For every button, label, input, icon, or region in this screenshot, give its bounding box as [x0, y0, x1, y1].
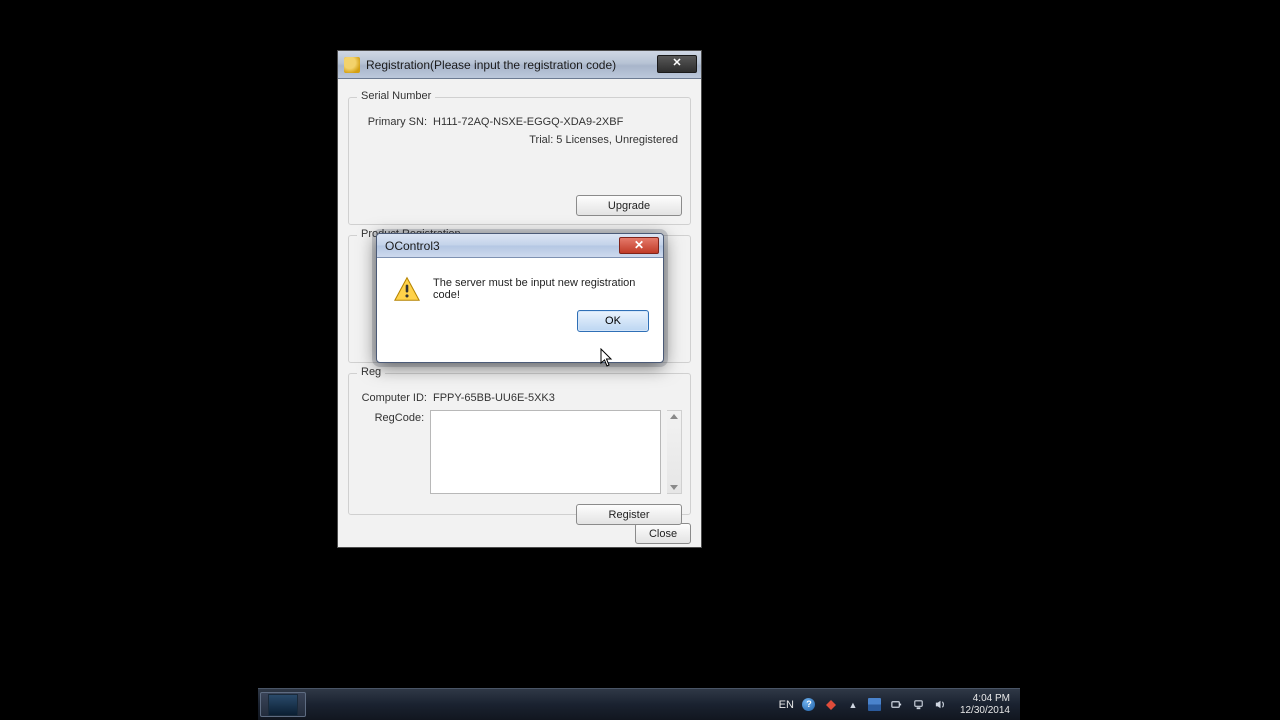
serial-number-group: Serial Number Primary SN: H111-72AQ-NSXE… [348, 97, 691, 225]
upgrade-button[interactable]: Upgrade [576, 195, 682, 216]
message-box-close-button[interactable]: ✕ [619, 237, 659, 254]
system-tray: EN ? ▲ 4:04 PM 12/30/2014 [773, 689, 1020, 720]
computer-id-label: Computer ID: [357, 390, 427, 404]
serial-group-title: Serial Number [357, 90, 435, 102]
taskbar-app-button[interactable] [260, 692, 306, 717]
volume-icon[interactable] [934, 698, 948, 712]
power-icon[interactable] [890, 698, 904, 712]
help-icon[interactable]: ? [802, 698, 816, 712]
register-button[interactable]: Register [576, 504, 682, 525]
manual-group-title: Reg [357, 366, 385, 378]
clock-time: 4:04 PM [960, 693, 1010, 705]
window-title: Registration(Please input the registrati… [366, 58, 616, 72]
network-icon[interactable] [912, 698, 926, 712]
anydesk-tray-icon[interactable] [824, 698, 838, 712]
taskbar[interactable]: EN ? ▲ 4:04 PM 12/30/2014 [258, 688, 1020, 720]
close-button[interactable]: Close [635, 523, 691, 544]
regcode-input[interactable] [430, 410, 660, 494]
action-center-flag-icon[interactable] [868, 698, 882, 712]
manual-registration-group: Reg Computer ID: FPPY-65BB-UU6E-5XK3 Reg… [348, 373, 691, 515]
taskbar-app-thumbnail-icon [268, 694, 298, 716]
message-box-title: OControl3 [385, 239, 440, 253]
taskbar-clock[interactable]: 4:04 PM 12/30/2014 [956, 691, 1014, 719]
app-icon [344, 57, 360, 73]
message-box-ok-button[interactable]: OK [577, 310, 649, 332]
message-box: OControl3 ✕ The server must be input new… [376, 233, 664, 363]
tray-overflow-chevron-icon[interactable]: ▲ [846, 698, 860, 712]
license-status: Trial: 5 Licenses, Unregistered [357, 134, 682, 146]
clock-date: 12/30/2014 [960, 705, 1010, 717]
message-box-text: The server must be input new registratio… [433, 277, 647, 301]
warning-icon [393, 276, 421, 302]
primary-sn-label: Primary SN: [357, 114, 427, 128]
primary-sn-value: H111-72AQ-NSXE-EGGQ-XDA9-2XBF [433, 114, 682, 128]
titlebar[interactable]: Registration(Please input the registrati… [338, 51, 701, 79]
regcode-label: RegCode: [357, 410, 424, 424]
window-close-button[interactable]: ✕ [657, 55, 697, 73]
computer-id-value: FPPY-65BB-UU6E-5XK3 [433, 390, 682, 404]
message-box-titlebar[interactable]: OControl3 ✕ [377, 234, 663, 258]
language-indicator[interactable]: EN [779, 699, 794, 711]
regcode-scrollbar[interactable] [667, 410, 682, 494]
